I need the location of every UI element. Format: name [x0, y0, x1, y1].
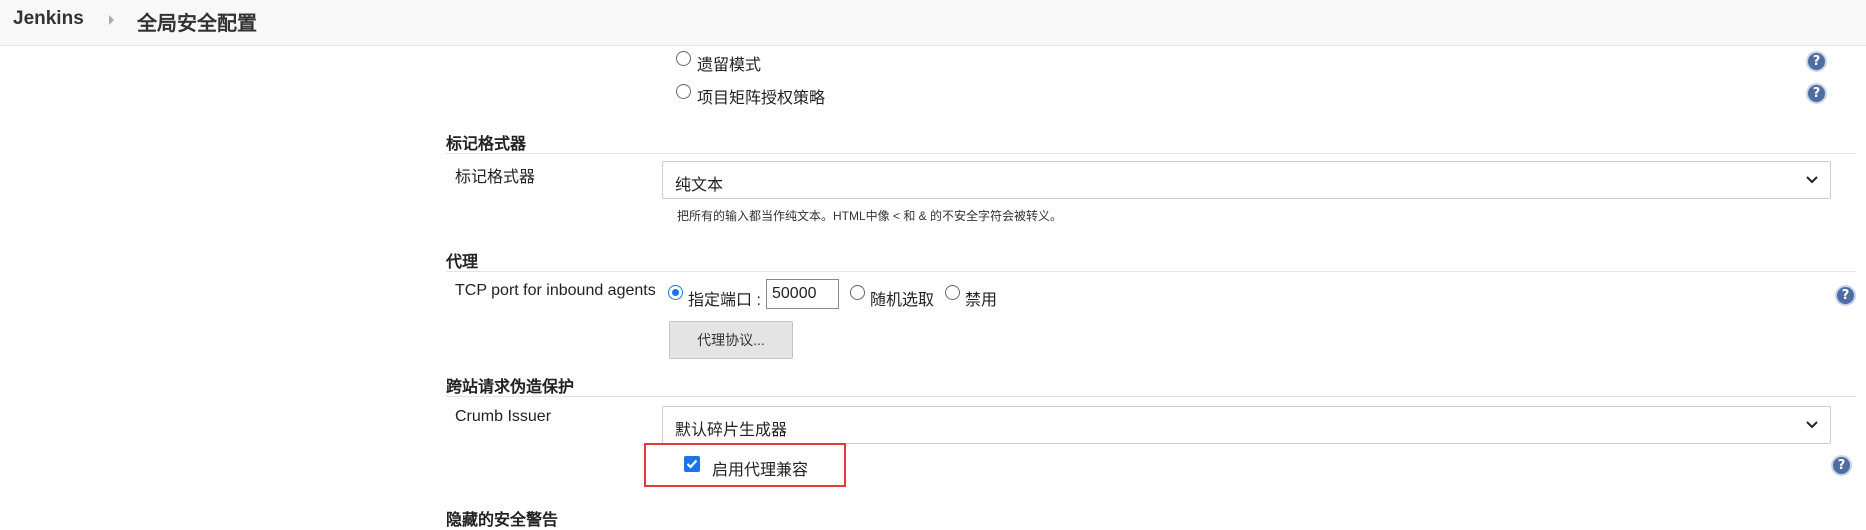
radio-legacy-mode-label: 遗留模式: [697, 57, 762, 74]
chevron-down-icon: [1806, 176, 1818, 184]
markup-formatter-value: 纯文本: [675, 177, 724, 194]
radio-fixed-port-label: 指定端口 :: [688, 292, 761, 309]
radio-random-port[interactable]: [850, 285, 865, 300]
radio-project-matrix-label: 项目矩阵授权策略: [697, 90, 826, 107]
section-title-agent: 代理: [446, 254, 479, 271]
help-icon[interactable]: ?: [1806, 83, 1827, 104]
radio-random-port-label: 随机选取: [870, 292, 935, 309]
radio-disable-port[interactable]: [945, 285, 960, 300]
section-divider: [446, 271, 1856, 272]
top-bar: Jenkins 全局安全配置: [0, 0, 1866, 46]
breadcrumb-current[interactable]: 全局安全配置: [137, 7, 257, 36]
markup-formatter-select[interactable]: 纯文本: [662, 161, 1831, 199]
crumb-issuer-select[interactable]: 默认碎片生成器: [662, 406, 1831, 444]
markup-formatter-label: 标记格式器: [455, 169, 536, 186]
section-title-hidden-warnings: 隐藏的安全警告: [446, 512, 559, 529]
radio-disable-port-label: 禁用: [965, 292, 998, 309]
help-icon[interactable]: ?: [1835, 285, 1856, 306]
crumb-issuer-label: Crumb Issuer: [455, 408, 552, 425]
highlight-box: [644, 443, 846, 487]
tcp-port-label: TCP port for inbound agents: [455, 282, 656, 299]
section-title-markup: 标记格式器: [446, 136, 527, 153]
section-title-csrf: 跨站请求伪造保护: [446, 379, 575, 396]
caret-right-icon: [109, 15, 114, 25]
port-input[interactable]: [766, 279, 839, 309]
chevron-down-icon: [1806, 421, 1818, 429]
agent-protocols-button[interactable]: 代理协议...: [669, 321, 793, 359]
markup-formatter-description: 把所有的输入都当作纯文本。HTML中像 < 和 & 的不安全字符会被转义。: [677, 209, 1063, 223]
crumb-issuer-value: 默认碎片生成器: [675, 422, 788, 439]
section-divider: [446, 153, 1856, 154]
radio-legacy-mode[interactable]: [676, 51, 691, 66]
radio-project-matrix[interactable]: [676, 84, 691, 99]
help-icon[interactable]: ?: [1806, 51, 1827, 72]
breadcrumb-jenkins-link[interactable]: Jenkins: [13, 8, 84, 30]
radio-fixed-port[interactable]: [668, 285, 683, 300]
help-icon[interactable]: ?: [1831, 455, 1852, 476]
section-divider: [446, 396, 1856, 397]
